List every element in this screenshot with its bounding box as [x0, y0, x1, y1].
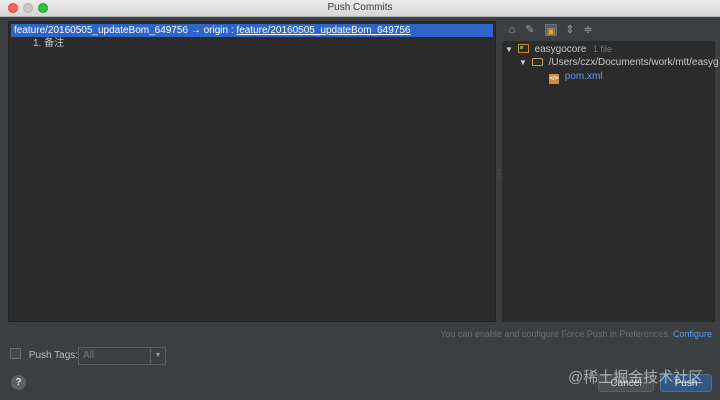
file-row[interactable]: </> pom.xml: [549, 70, 603, 84]
directory-row[interactable]: ▼ /Users/czx/Documents/work/mtt/easyg: [519, 56, 719, 70]
target-branch-link[interactable]: feature/20160505_updateBom_649756: [236, 25, 410, 36]
chevron-down-icon[interactable]: ▼: [505, 43, 515, 57]
module-name: easygocore: [534, 44, 587, 55]
edit-source-icon[interactable]: ✎: [524, 24, 536, 36]
file-name: pom.xml: [564, 71, 603, 82]
force-push-hint: You can enable and configure Force Push …: [440, 329, 712, 339]
source-branch-label: feature/20160505_updateBom_649756: [14, 25, 189, 36]
window-title: Push Commits: [327, 2, 393, 13]
module-icon: [517, 44, 529, 53]
xml-file-icon: </>: [549, 74, 559, 84]
collapse-icon[interactable]: ≑: [582, 24, 594, 36]
watermark: @稀土掘金技术社区: [568, 369, 704, 386]
hint-text: You can enable and configure Force Push …: [440, 329, 671, 339]
branch-row[interactable]: feature/20160505_updateBom_649756 → orig…: [11, 24, 493, 37]
configure-link[interactable]: Configure: [673, 329, 712, 339]
push-tags-select[interactable]: All ▼: [78, 347, 166, 365]
changes-toolbar: ⌂ ✎ ▣ ⇕ ≑: [504, 22, 714, 40]
expand-icon[interactable]: ⇕: [564, 24, 576, 36]
chevron-down-icon[interactable]: ▼: [519, 56, 529, 70]
commit-item[interactable]: 1. 备注: [33, 37, 64, 50]
group-by-directory-icon[interactable]: ▣: [545, 24, 557, 36]
file-count: 1 file: [593, 44, 613, 54]
separator: :: [230, 25, 234, 36]
arrow-icon: →: [190, 25, 201, 36]
changes-tree[interactable]: ▼ easygocore 1 file ▼ /Users/czx/Documen…: [502, 41, 719, 322]
chevron-down-icon[interactable]: ▼: [150, 348, 165, 364]
push-tags-value: All: [83, 350, 95, 361]
directory-path: /Users/czx/Documents/work/mtt/easyg: [548, 57, 719, 68]
push-tags-checkbox[interactable]: [10, 348, 21, 359]
remote-name: origin: [203, 25, 229, 36]
title-bar: Push Commits: [0, 0, 720, 17]
push-tags-label: Push Tags:: [28, 350, 79, 361]
help-button[interactable]: ?: [11, 375, 26, 390]
push-tags-option: Push Tags:: [10, 348, 78, 364]
module-row[interactable]: ▼ easygocore 1 file: [505, 42, 612, 56]
commits-tree[interactable]: feature/20160505_updateBom_649756 → orig…: [8, 21, 496, 322]
splitter-handle[interactable]: · · ·: [497, 166, 501, 182]
folder-icon: [531, 58, 543, 66]
expand-all-icon[interactable]: ⌂: [506, 24, 518, 36]
